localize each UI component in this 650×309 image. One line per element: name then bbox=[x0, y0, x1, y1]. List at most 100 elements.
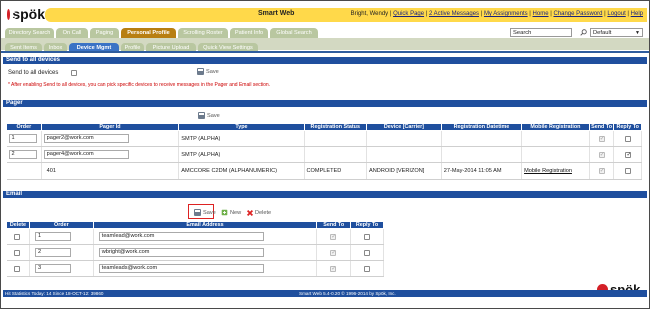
col-order: Order bbox=[6, 123, 42, 131]
pager-id-input[interactable]: pager4@work.com bbox=[43, 150, 129, 159]
tab-personal-profile[interactable]: Personal Profile bbox=[121, 28, 176, 38]
order-input[interactable]: 2 bbox=[8, 150, 37, 159]
pager-save-button[interactable]: Save bbox=[198, 112, 220, 119]
reply-to-checkbox[interactable] bbox=[364, 250, 371, 256]
col-delete: Delete bbox=[6, 221, 30, 229]
col-email-address: Email Address bbox=[92, 221, 318, 229]
pager-order bbox=[6, 162, 42, 180]
pager-mobile bbox=[521, 130, 590, 147]
pager-status bbox=[304, 130, 368, 147]
link-logout[interactable]: Logout bbox=[607, 11, 625, 17]
pager-id-input[interactable]: pager2@work.com bbox=[43, 134, 129, 143]
pager-device bbox=[366, 146, 442, 163]
profile-select-value: Default bbox=[593, 30, 612, 36]
save-label: Save bbox=[203, 209, 216, 216]
delete-icon bbox=[246, 209, 254, 217]
user-links: Bright, Wendy | Quick Page | 2 Active Me… bbox=[350, 11, 643, 17]
email-new-button[interactable]: New bbox=[221, 209, 241, 216]
section-header-send-all: Send to all devices bbox=[3, 57, 647, 64]
email-address-input[interactable]: wbright@work.com bbox=[98, 248, 264, 257]
send-to-checkbox bbox=[330, 265, 336, 272]
top-bar: spök Smart Web Bright, Wendy | Quick Pag… bbox=[1, 1, 649, 27]
save-icon bbox=[198, 112, 205, 119]
col-send-to: Send To bbox=[588, 123, 615, 131]
send-to-checkbox bbox=[330, 233, 336, 240]
send-all-save-button[interactable]: Save bbox=[197, 68, 219, 75]
send-all-note: * After enabling Send to all devices, yo… bbox=[8, 82, 271, 88]
reply-to-checkbox[interactable] bbox=[625, 168, 632, 174]
pager-id: 401 bbox=[41, 162, 180, 180]
email-save-button[interactable]: Save bbox=[194, 209, 216, 216]
spok-logo-icon bbox=[7, 8, 19, 20]
spok-logo: spök bbox=[7, 5, 45, 23]
email-address-input[interactable]: teamlead@work.com bbox=[98, 232, 264, 241]
save-icon bbox=[197, 68, 204, 75]
col-order: Order bbox=[28, 221, 94, 229]
send-to-checkbox bbox=[598, 135, 605, 142]
col-device-carrier: Device [Carrier] bbox=[366, 123, 442, 131]
new-icon bbox=[221, 209, 228, 216]
tab-global-search[interactable]: Global Search bbox=[270, 28, 318, 38]
section-header-email: Email bbox=[3, 191, 647, 198]
link-help[interactable]: Help bbox=[631, 11, 643, 17]
tab-scrolling-roster[interactable]: Scrolling Roster bbox=[178, 28, 228, 38]
table-row: 401 AMCCORE C2DM (ALPHANUMERIC) COMPLETE… bbox=[6, 162, 642, 180]
order-input[interactable]: 1 bbox=[8, 134, 37, 143]
save-icon bbox=[194, 209, 201, 216]
link-active-messages[interactable]: 2 Active Messages bbox=[429, 11, 479, 17]
order-input[interactable]: 2 bbox=[34, 248, 71, 257]
reply-to-checkbox[interactable] bbox=[625, 136, 632, 142]
link-change-password[interactable]: Change Password bbox=[553, 11, 602, 17]
footer-bar: Hit Statistics Today: 14 Since 18-OCT-12… bbox=[3, 290, 647, 297]
profile-select[interactable]: Default ▼ bbox=[590, 28, 643, 37]
table-row: 1 teamlead@work.com bbox=[6, 228, 384, 245]
link-my-assignments[interactable]: My Assignments bbox=[484, 11, 528, 17]
delete-checkbox[interactable] bbox=[13, 250, 20, 256]
user-name: Bright, Wendy bbox=[350, 11, 389, 17]
pager-mobile bbox=[521, 146, 590, 163]
search-icon[interactable] bbox=[580, 29, 587, 36]
reply-to-checkbox[interactable] bbox=[625, 151, 631, 158]
mobile-registration-link[interactable]: Mobile Registration bbox=[524, 168, 572, 174]
email-delete-button[interactable]: Delete bbox=[246, 209, 271, 217]
pager-type: SMTP (ALPHA) bbox=[178, 130, 305, 147]
pager-status bbox=[304, 146, 368, 163]
tabs-divider bbox=[1, 51, 649, 53]
search-input[interactable]: Search bbox=[510, 28, 572, 37]
table-row: 3 teamleads@work.com bbox=[6, 260, 384, 277]
table-row: 2 pager4@work.com SMTP (ALPHA) bbox=[6, 146, 642, 163]
col-registration-datetime: Registration Datetime bbox=[440, 123, 523, 131]
tab-directory-search[interactable]: Directory Search bbox=[5, 28, 54, 38]
table-row: 1 pager2@work.com SMTP (ALPHA) bbox=[6, 130, 642, 147]
table-row: 2 wbright@work.com bbox=[6, 244, 384, 261]
link-quick-page[interactable]: Quick Page bbox=[393, 11, 424, 17]
col-mobile-registration: Mobile Registration bbox=[521, 123, 590, 131]
pager-header-row: Order Pager Id Type Registration Status … bbox=[6, 123, 642, 131]
tab-on-call[interactable]: On Call bbox=[56, 28, 88, 38]
reply-to-checkbox[interactable] bbox=[364, 266, 371, 272]
pager-device: ANDROID [VERIZON] bbox=[366, 162, 442, 180]
reply-to-checkbox[interactable] bbox=[364, 234, 371, 240]
pager-status: COMPLETED bbox=[304, 162, 368, 180]
tab-paging[interactable]: Paging bbox=[90, 28, 119, 38]
save-label: Save bbox=[206, 68, 219, 75]
order-input[interactable]: 3 bbox=[34, 264, 71, 273]
pager-datetime bbox=[441, 146, 523, 163]
tab-patient-info[interactable]: Patient Info bbox=[230, 28, 268, 38]
order-input[interactable]: 1 bbox=[34, 232, 71, 241]
title-bar: Smart Web Bright, Wendy | Quick Page | 2… bbox=[45, 8, 647, 22]
delete-checkbox[interactable] bbox=[13, 266, 20, 272]
send-to-checkbox bbox=[598, 167, 605, 174]
delete-checkbox[interactable] bbox=[13, 234, 20, 240]
col-reply-to: Reply To bbox=[350, 221, 384, 229]
copyright: Smart Web 5.4-0.20 © 1996-2014 by Spök, … bbox=[299, 291, 396, 296]
section-header-pager: Pager bbox=[3, 100, 647, 107]
col-registration-status: Registration Status bbox=[303, 123, 368, 131]
pager-type: AMCCORE C2DM (ALPHANUMERIC) bbox=[178, 162, 305, 180]
send-all-checkbox[interactable] bbox=[71, 70, 77, 76]
save-label: Save bbox=[207, 112, 220, 119]
email-address-input[interactable]: teamleads@work.com bbox=[98, 264, 264, 273]
link-home[interactable]: Home bbox=[533, 11, 549, 17]
col-send-to: Send To bbox=[316, 221, 352, 229]
pager-table: Order Pager Id Type Registration Status … bbox=[6, 123, 642, 180]
